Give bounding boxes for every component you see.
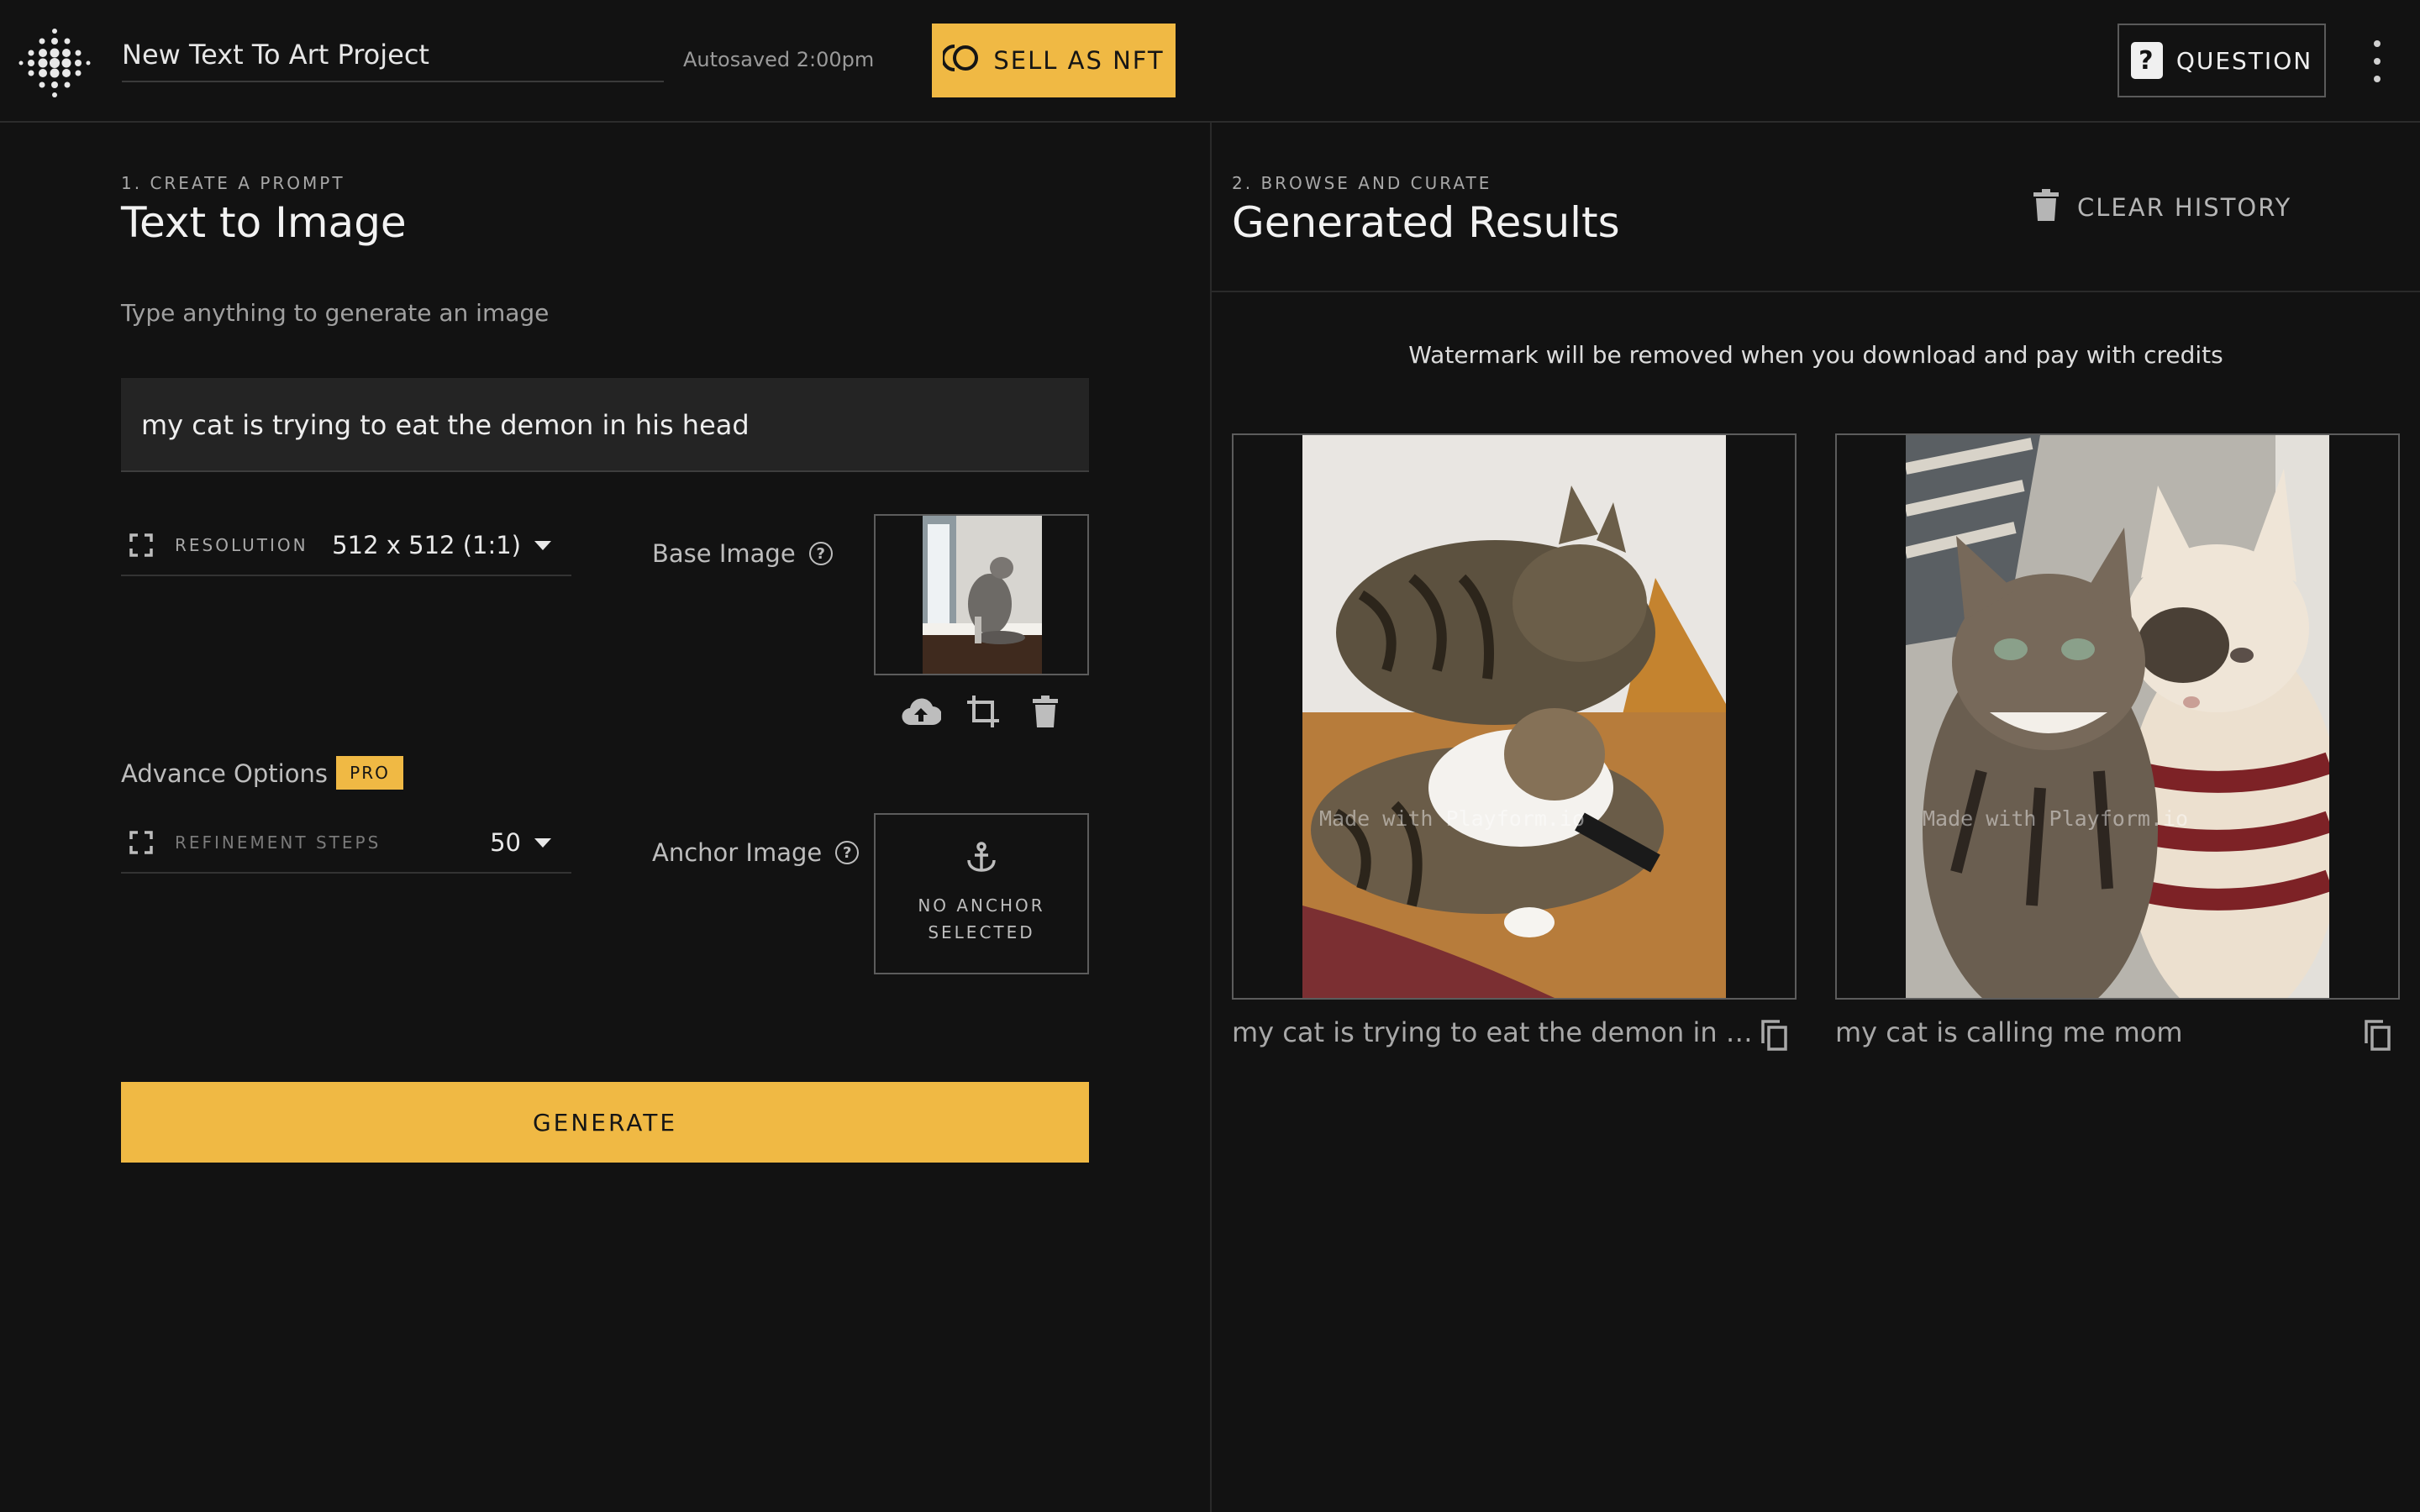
watermark-note: Watermark will be removed when you downl… bbox=[1408, 341, 2223, 369]
question-icon: ? bbox=[2130, 42, 2163, 79]
result-watermark: Made with Playform.io bbox=[1923, 806, 2189, 831]
expand-icon bbox=[124, 528, 165, 562]
help-icon[interactable]: ? bbox=[808, 542, 833, 565]
crop-icon[interactable] bbox=[961, 692, 1005, 731]
question-button[interactable]: ? QUESTION bbox=[2118, 24, 2326, 97]
top-bar: New Text To Art Project Autosaved 2:00pm… bbox=[0, 0, 2420, 123]
logo-dots-icon[interactable] bbox=[17, 25, 92, 101]
no-anchor-text: NO ANCHOR SELECTED bbox=[918, 895, 1045, 942]
project-name-input[interactable]: New Text To Art Project bbox=[122, 35, 664, 82]
result-caption: my cat is trying to eat the demon in hi.… bbox=[1232, 1016, 1753, 1048]
result-image: Made with Playform.io bbox=[1906, 435, 2329, 998]
prompt-helper-text: Type anything to generate an image bbox=[121, 299, 550, 327]
sell-as-nft-label: SELL AS NFT bbox=[993, 46, 1165, 75]
page-title: Text to Image bbox=[121, 198, 407, 247]
results-title: Generated Results bbox=[1232, 198, 1620, 247]
refinement-steps-label: REFINEMENT STEPS bbox=[175, 832, 381, 853]
result-card[interactable]: Made with Playform.io bbox=[1835, 433, 2400, 1000]
expand-icon bbox=[124, 826, 165, 859]
more-vert-icon[interactable] bbox=[2365, 40, 2390, 82]
refinement-steps-field[interactable]: REFINEMENT STEPS 50 bbox=[121, 813, 571, 874]
resolution-field[interactable]: RESOLUTION 512 x 512 (1:1) bbox=[121, 516, 571, 576]
nft-coin-icon bbox=[941, 44, 981, 78]
result-watermark: Made with Playform.io bbox=[1319, 806, 1586, 831]
autosave-status: Autosaved 2:00pm bbox=[683, 48, 875, 71]
resolution-label: RESOLUTION bbox=[175, 535, 308, 555]
copy-icon[interactable] bbox=[1760, 1018, 1790, 1052]
question-label: QUESTION bbox=[2175, 46, 2313, 75]
chevron-down-icon bbox=[534, 540, 551, 550]
refinement-steps-select[interactable]: 50 bbox=[490, 828, 551, 857]
clear-history-button[interactable]: CLEAR HISTORY bbox=[2033, 186, 2291, 228]
prompt-input[interactable]: my cat is trying to eat the demon in his… bbox=[121, 378, 1089, 472]
base-image-toolbar bbox=[899, 692, 1067, 731]
advance-options-label: Advance Options bbox=[121, 759, 328, 788]
panel-divider bbox=[1210, 123, 1212, 1512]
generate-button[interactable]: GENERATE bbox=[121, 1082, 1089, 1163]
base-image-label-text: Base Image bbox=[652, 539, 796, 568]
result-card[interactable]: Made with Playform.io bbox=[1232, 433, 1797, 1000]
help-icon[interactable]: ? bbox=[835, 841, 860, 864]
sell-as-nft-button[interactable]: SELL AS NFT bbox=[932, 24, 1176, 97]
result-caption: my cat is calling me mom bbox=[1835, 1016, 2183, 1048]
anchor-icon bbox=[966, 842, 997, 877]
anchor-image-label: Anchor Image ? bbox=[652, 838, 860, 867]
pro-badge: PRO bbox=[336, 756, 403, 790]
base-image-thumbnail bbox=[923, 516, 1042, 674]
step-label-create: 1. CREATE A PROMPT bbox=[121, 173, 345, 193]
base-image-label: Base Image ? bbox=[652, 539, 833, 568]
anchor-image-picker[interactable]: NO ANCHOR SELECTED bbox=[874, 813, 1089, 974]
cloud-upload-icon[interactable] bbox=[899, 692, 943, 731]
step-label-browse: 2. BROWSE AND CURATE bbox=[1232, 173, 1492, 193]
result-image: Made with Playform.io bbox=[1302, 435, 1726, 998]
clear-history-label: CLEAR HISTORY bbox=[2077, 193, 2292, 222]
trash-icon[interactable] bbox=[1023, 692, 1067, 731]
resolution-select[interactable]: 512 x 512 (1:1) bbox=[332, 531, 551, 559]
results-header-divider bbox=[1212, 291, 2420, 292]
anchor-image-label-text: Anchor Image bbox=[652, 838, 823, 867]
base-image-preview[interactable] bbox=[874, 514, 1089, 675]
refinement-steps-value: 50 bbox=[490, 828, 521, 857]
copy-icon[interactable] bbox=[2363, 1018, 2393, 1052]
trash-icon bbox=[2033, 188, 2059, 227]
chevron-down-icon bbox=[534, 837, 551, 848]
resolution-value: 512 x 512 (1:1) bbox=[332, 531, 521, 559]
